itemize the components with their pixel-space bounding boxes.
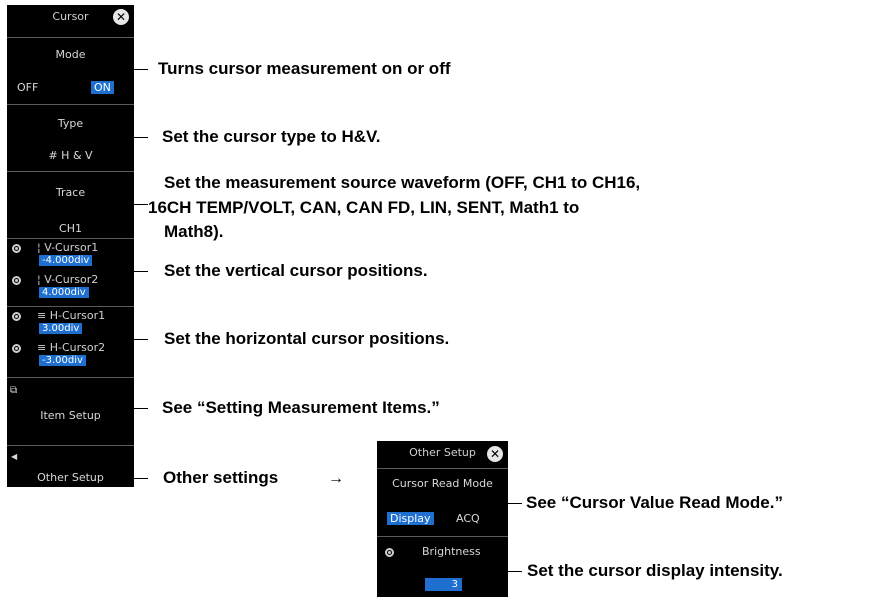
annotation-type: Set the cursor type to H&V. bbox=[162, 127, 381, 146]
brightness-label: Brightness bbox=[422, 545, 481, 558]
h-cursor-section[interactable]: ≡ H-Cursor1 3.00div ≡ H-Cursor2 -3.00div bbox=[7, 306, 134, 373]
v-cursor1-label: ¦ V-Cursor1 bbox=[37, 241, 99, 254]
item-setup-icon: ⧉ bbox=[10, 385, 18, 396]
h-cursor2-value[interactable]: -3.00div bbox=[39, 355, 86, 366]
knob-icon bbox=[12, 344, 21, 353]
display-option[interactable]: Display bbox=[387, 512, 434, 525]
close-icon[interactable]: ✕ bbox=[113, 9, 129, 25]
v-cursor-section[interactable]: ¦ V-Cursor1 -4.000div ¦ V-Cursor2 4.000d… bbox=[7, 238, 134, 305]
knob-icon bbox=[12, 244, 21, 253]
mode-label: Mode bbox=[55, 48, 86, 61]
knob-icon bbox=[385, 548, 394, 557]
type-label: Type bbox=[57, 117, 84, 130]
knob-icon bbox=[12, 276, 21, 285]
leader-line bbox=[134, 69, 148, 70]
v-cursor2-value[interactable]: 4.000div bbox=[39, 287, 89, 298]
annotation-vertical: Set the vertical cursor positions. bbox=[164, 261, 428, 280]
other-setup-label: Other Setup bbox=[37, 471, 104, 484]
item-setup-label: Item Setup bbox=[40, 409, 101, 422]
h-cursor1-value[interactable]: 3.00div bbox=[39, 323, 83, 334]
close-icon[interactable]: ✕ bbox=[487, 446, 503, 462]
leader-line bbox=[134, 271, 148, 272]
brightness-section[interactable]: Brightness 3 bbox=[377, 536, 508, 598]
read-mode-label: Cursor Read Mode bbox=[392, 477, 493, 490]
trace-section[interactable]: Trace CH1 bbox=[7, 171, 134, 239]
annotation-read-mode: See “Cursor Value Read Mode.” bbox=[526, 493, 783, 512]
mode-on-option[interactable]: ON bbox=[91, 81, 114, 94]
leader-line bbox=[508, 503, 522, 504]
leader-line bbox=[134, 137, 148, 138]
knob-icon bbox=[12, 312, 21, 321]
other-setup-panel: Other Setup ✕ Cursor Read Mode Display A… bbox=[377, 441, 508, 597]
annotation-horizontal: Set the horizontal cursor positions. bbox=[164, 329, 450, 348]
h-cursor2-label: ≡ H-Cursor2 bbox=[37, 341, 106, 354]
arrow-right-icon: → bbox=[328, 470, 344, 487]
v-cursor2-label: ¦ V-Cursor2 bbox=[37, 273, 99, 286]
mode-off-option[interactable]: OFF bbox=[17, 81, 38, 94]
h-cursor2-text: H-Cursor2 bbox=[49, 341, 106, 354]
other-setup-button[interactable]: ◀ Other Setup bbox=[7, 445, 134, 488]
type-value: H & V bbox=[61, 149, 93, 162]
annotation-other-settings: Other settings bbox=[163, 468, 279, 487]
type-value-row: # H & V bbox=[7, 149, 134, 162]
annotation-trace-1: Set the measurement source waveform (OFF… bbox=[164, 173, 641, 192]
annotation-mode: Turns cursor measurement on or off bbox=[158, 59, 451, 78]
v-cursor1-text: V-Cursor1 bbox=[44, 241, 99, 254]
annotation-item-setup: See “Setting Measurement Items.” bbox=[162, 398, 440, 417]
h-cursor1-text: H-Cursor1 bbox=[49, 309, 106, 322]
v-cursor1-value[interactable]: -4.000div bbox=[39, 255, 93, 266]
hv-cursor-icon: # bbox=[48, 149, 58, 162]
type-section[interactable]: Type # H & V bbox=[7, 104, 134, 167]
trace-value: CH1 bbox=[59, 222, 82, 235]
annotation-trace-3: Math8). bbox=[164, 222, 224, 241]
trace-label: Trace bbox=[55, 186, 86, 199]
cursor-panel: Cursor ✕ Mode OFF ON Type # H & V Trace … bbox=[7, 5, 134, 487]
arrow-left-icon: ◀ bbox=[11, 452, 18, 461]
item-setup-button[interactable]: ⧉ Item Setup bbox=[7, 377, 134, 445]
leader-line bbox=[134, 339, 148, 340]
annotation-trace-2: 16CH TEMP/VOLT, CAN, CAN FD, LIN, SENT, … bbox=[148, 198, 580, 217]
leader-line bbox=[508, 571, 522, 572]
leader-line bbox=[134, 408, 148, 409]
leader-line bbox=[134, 478, 148, 479]
h-cursor1-label: ≡ H-Cursor1 bbox=[37, 309, 106, 322]
mode-section[interactable]: Mode OFF ON bbox=[7, 37, 134, 96]
leader-line bbox=[134, 204, 148, 205]
read-mode-section[interactable]: Cursor Read Mode Display ACQ bbox=[377, 468, 508, 545]
annotation-brightness: Set the cursor display intensity. bbox=[527, 561, 783, 580]
brightness-value[interactable]: 3 bbox=[425, 578, 462, 591]
v-cursor2-text: V-Cursor2 bbox=[44, 273, 99, 286]
acq-option[interactable]: ACQ bbox=[456, 512, 480, 525]
